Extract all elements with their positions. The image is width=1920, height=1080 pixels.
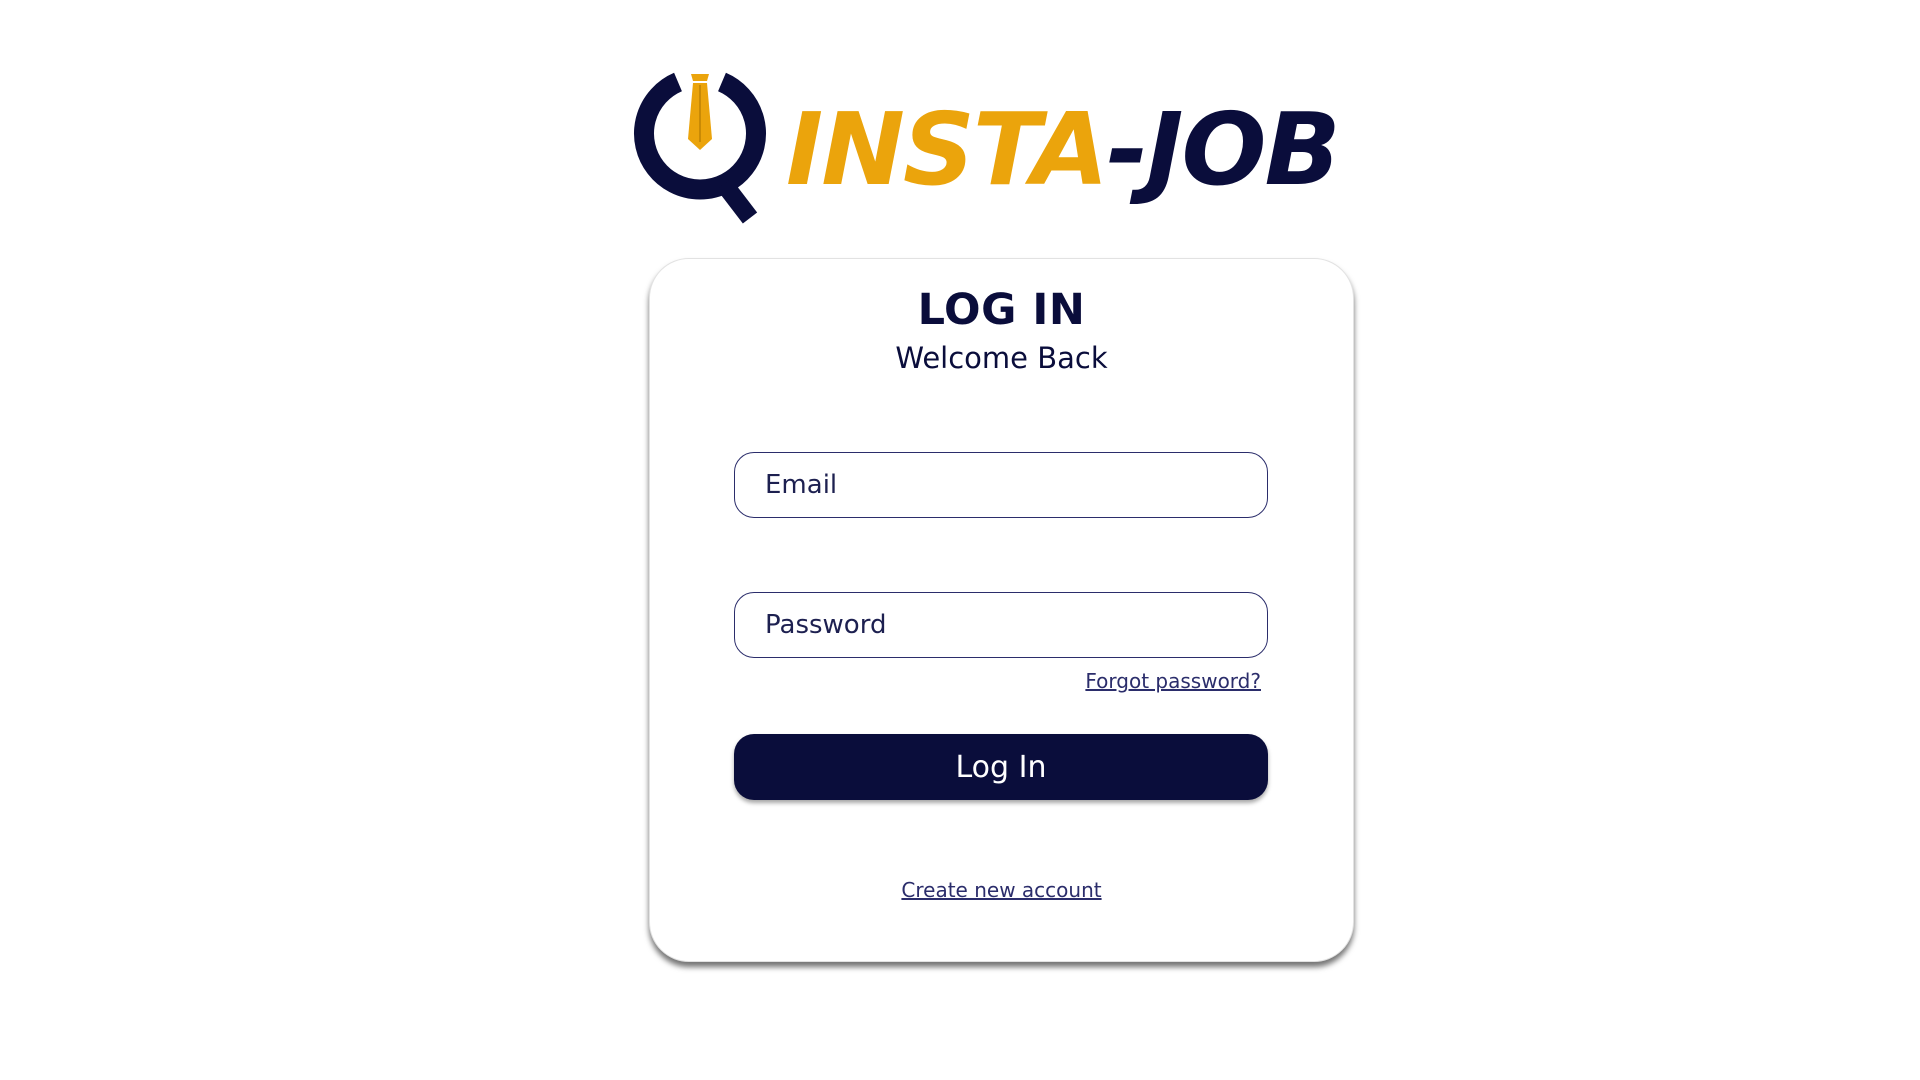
password-field[interactable] — [734, 592, 1268, 658]
login-card: LOG IN Welcome Back Forgot password? Log… — [649, 258, 1354, 962]
brand-name-insta: INSTA — [786, 91, 1109, 208]
brand-name-job: -JOB — [1106, 91, 1341, 208]
create-account-row: Create new account — [650, 878, 1353, 902]
page-subtitle: Welcome Back — [895, 341, 1108, 375]
email-field[interactable] — [734, 452, 1268, 518]
magnifier-with-tie-icon — [634, 72, 766, 224]
login-button[interactable]: Log In — [734, 734, 1268, 800]
forgot-password-link[interactable]: Forgot password? — [1085, 669, 1261, 693]
page-title: LOG IN — [917, 285, 1086, 335]
brand-logo: INSTA-JOB — [632, 72, 1362, 232]
login-page: INSTA-JOB LOG IN Welcome Back Forgot pas… — [0, 0, 1920, 1080]
brand-wordmark: INSTA-JOB — [786, 100, 1341, 200]
create-account-link[interactable]: Create new account — [901, 878, 1101, 902]
